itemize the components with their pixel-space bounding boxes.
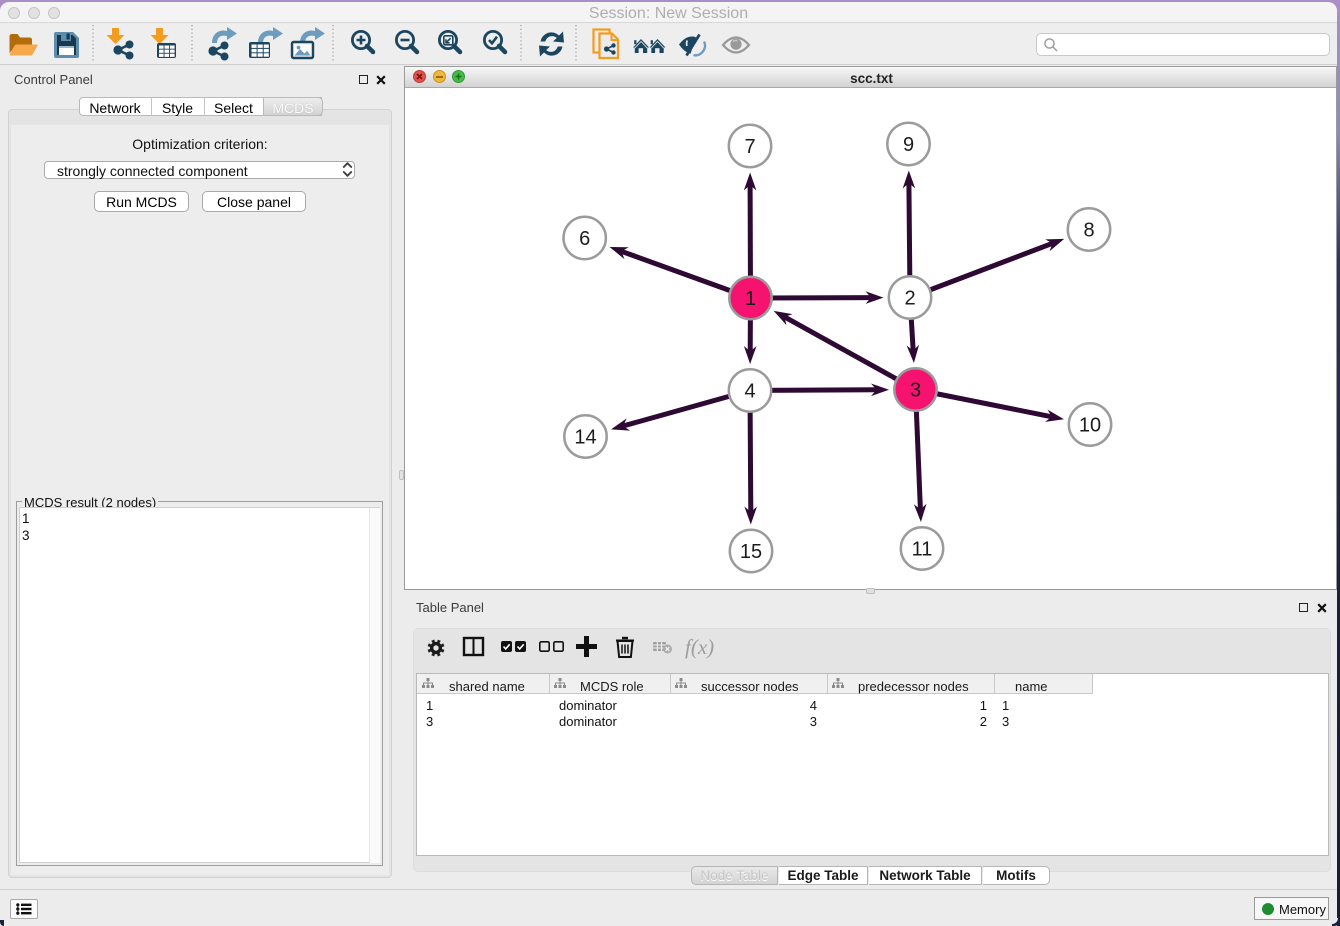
svg-text:1: 1 <box>745 288 756 310</box>
svg-text:15: 15 <box>740 541 762 563</box>
svg-text:3: 3 <box>910 380 921 402</box>
svg-text:f(x): f(x) <box>685 635 714 659</box>
svg-text:4: 4 <box>744 381 755 403</box>
svg-text:10: 10 <box>1079 415 1101 437</box>
svg-text:9: 9 <box>903 134 914 156</box>
svg-text:2: 2 <box>904 288 915 310</box>
svg-text:6: 6 <box>579 228 590 250</box>
svg-text:8: 8 <box>1083 220 1094 242</box>
svg-text:7: 7 <box>744 136 755 158</box>
svg-text:11: 11 <box>912 539 933 561</box>
svg-text:14: 14 <box>574 427 596 449</box>
